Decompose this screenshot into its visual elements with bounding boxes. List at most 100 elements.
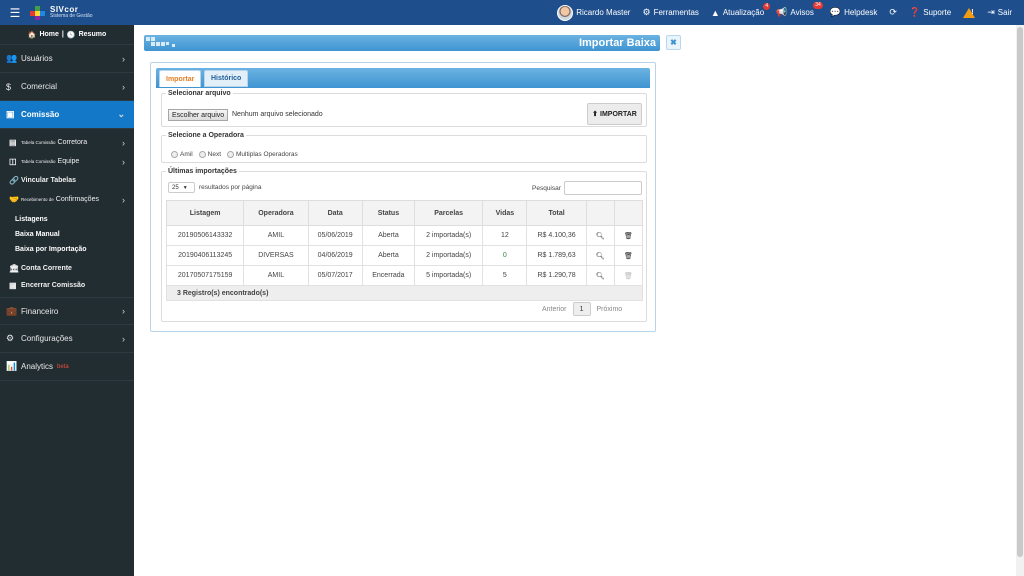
search-input[interactable] (564, 181, 642, 195)
columns-icon: ◫ (9, 157, 17, 166)
tab-historico[interactable]: Histórico (204, 70, 249, 87)
home-link[interactable]: Home (39, 31, 58, 38)
sair-button[interactable]: ⇥ Sair (987, 7, 1012, 18)
pager-current[interactable]: 1 (572, 302, 591, 316)
search-icon[interactable]: 🔍︎ (585, 245, 615, 266)
sidebar-item-encerrar-comissao[interactable]: ▦ Encerrar Comissão (0, 278, 134, 293)
choose-file-button[interactable]: Escolher arquivo (168, 109, 229, 121)
sidebar-item-label: Corretora (57, 139, 88, 146)
tab-importar[interactable]: Importar (159, 70, 202, 87)
chevron-right-icon: › (122, 137, 125, 148)
pager-prev[interactable]: Anterior (542, 306, 567, 313)
suporte-menu[interactable]: ❓ Suporte (909, 7, 951, 18)
sidebar-item-listagens[interactable]: Listagens (0, 212, 134, 227)
sidebar-item-vincular-tabelas[interactable]: 🔗 Vincular Tabelas (0, 171, 134, 190)
cell-operadora: AMIL (243, 225, 309, 246)
sidebar-item-label: Usuários (21, 54, 53, 63)
logout-icon: ⇥ (987, 7, 995, 17)
bullhorn-icon: 📢 (776, 7, 788, 17)
col-listagem[interactable]: Listagem (165, 200, 245, 226)
chevron-right-icon: › (122, 81, 125, 92)
operadora-fieldset: Selecione a Operadora Amil Next Multipla… (161, 132, 647, 163)
close-button[interactable]: ✖ (666, 35, 681, 50)
atualizacao-menu[interactable]: ▲ Atualização 4 (710, 2, 771, 18)
sidebar-item-comissao[interactable]: ▣ Comissão ⌄ (0, 101, 134, 129)
radio-amil[interactable]: Amil (171, 151, 193, 158)
col-parcelas[interactable]: Parcelas (414, 200, 484, 226)
trash-icon[interactable]: 🗑︎ (613, 225, 644, 246)
chevron-right-icon: › (122, 156, 125, 167)
file-legend: Selecionar arquivo (168, 90, 231, 97)
sidebar-item-conta-corrente[interactable]: 🏛 Conta Corrente (0, 259, 134, 278)
clock-icon: 🕓 (66, 31, 76, 39)
col-operadora[interactable]: Operadora (243, 200, 309, 226)
imports-legend: Últimas importações (168, 168, 237, 175)
search-icon[interactable]: 🔍︎ (585, 265, 615, 286)
radio-label: Next (207, 151, 222, 158)
page-header: Importar Baixa (144, 35, 660, 51)
sidebar-item-baixa-importacao[interactable]: Baixa por Importação (0, 242, 134, 257)
search-icon[interactable]: 🔍︎ (585, 225, 615, 246)
alert-icon: ! (963, 7, 976, 18)
file-fieldset: Selecionar arquivo Escolher arquivo Nenh… (161, 90, 647, 127)
sidebar-item-recebimento[interactable]: 🤝 Recebimento de Confirmações › (0, 190, 134, 209)
suporte-label: Suporte (923, 8, 952, 17)
page-scrollbar[interactable] (1016, 25, 1024, 576)
pager-next[interactable]: Próximo (597, 306, 623, 313)
warning-icon: ▲ (710, 7, 720, 18)
sidebar-item-label: Encerrar Comissão (21, 282, 86, 289)
import-button[interactable]: ⬆ IMPORTAR (587, 103, 642, 125)
refresh-button[interactable]: ⟳ (889, 7, 897, 18)
cell-data: 04/06/2019 (307, 245, 363, 266)
avatar (557, 4, 574, 21)
hamburger-icon[interactable]: ☰ (0, 0, 30, 25)
sidebar-item-tabela-corretora[interactable]: ▤ Tabela Comissão Corretora › (0, 133, 134, 152)
sidebar-item-comercial[interactable]: $ Comercial › (0, 73, 134, 101)
sidebar-item-configuracoes[interactable]: ⚙ Configurações › (0, 325, 134, 353)
sidebar-item-analytics[interactable]: 📊 Analytics beta (0, 353, 134, 381)
question-icon: ❓ (908, 7, 921, 17)
sidebar-item-baixa-manual[interactable]: Baixa Manual (0, 227, 134, 242)
chevron-right-icon: › (122, 53, 125, 64)
chart-icon: 📊 (6, 361, 18, 371)
chat-icon: 💬 (829, 7, 842, 17)
cell-listagem: 20170507175159 (165, 265, 245, 286)
user-menu[interactable]: Ricardo Master (557, 4, 630, 21)
col-delete (613, 200, 644, 226)
header-decoration (146, 37, 178, 49)
atualizacao-badge: 4 (763, 2, 771, 10)
resumo-link[interactable]: Resumo (79, 31, 107, 38)
logo-title: SIVcor (50, 4, 79, 14)
col-vidas[interactable]: Vidas (482, 200, 528, 226)
radio-next[interactable]: Next (198, 151, 222, 158)
sidebar-item-tabela-equipe[interactable]: ◫ Tabela Comissão Equipe › (0, 152, 134, 171)
gears-icon: ⚙ (6, 333, 15, 343)
col-data[interactable]: Data (307, 200, 363, 226)
sidebar-item-small-label: Tabela Comissão (21, 140, 56, 145)
radio-circle[interactable] (171, 151, 178, 158)
alert-button[interactable]: ! (963, 7, 976, 18)
radio-circle[interactable] (227, 151, 235, 158)
table-row: 20190406113245 DIVERSAS 04/06/2019 Abert… (165, 245, 644, 266)
avisos-menu[interactable]: 📢 Avisos 34 (776, 2, 823, 18)
logo-subtitle: Sistema de Gestão (50, 12, 93, 19)
beta-badge: beta (57, 363, 69, 370)
helpdesk-menu[interactable]: 💬 Helpdesk (830, 7, 878, 18)
sidebar-item-usuarios[interactable]: 👥 Usuários › (0, 45, 134, 73)
radio-multiplas[interactable]: Multiplas Operadoras (227, 151, 298, 158)
trash-icon[interactable]: 🗑︎ (613, 245, 644, 266)
cell-vidas: 0 (482, 245, 528, 266)
close-icon: ✖ (670, 38, 677, 47)
col-total[interactable]: Total (526, 200, 587, 226)
cell-parcelas: 2 importada(s) (414, 245, 484, 266)
radio-circle[interactable] (198, 151, 206, 158)
imports-fieldset: Últimas importações 25 ▼ resultados por … (161, 168, 647, 322)
page-length-select[interactable]: 25 ▼ (168, 182, 195, 193)
logo[interactable]: SIVcor Sistema de Gestão (30, 4, 93, 20)
sidebar-item-financeiro[interactable]: 💼 Financeiro › (0, 297, 134, 325)
scrollbar-thumb[interactable] (1017, 27, 1023, 557)
ferramentas-menu[interactable]: ⚙ Ferramentas (642, 7, 698, 18)
table-row: 20170507175159 AMIL 05/07/2017 Encerrada… (165, 265, 644, 286)
col-status[interactable]: Status (361, 200, 416, 226)
sidebar-item-label: Configurações (21, 334, 73, 343)
